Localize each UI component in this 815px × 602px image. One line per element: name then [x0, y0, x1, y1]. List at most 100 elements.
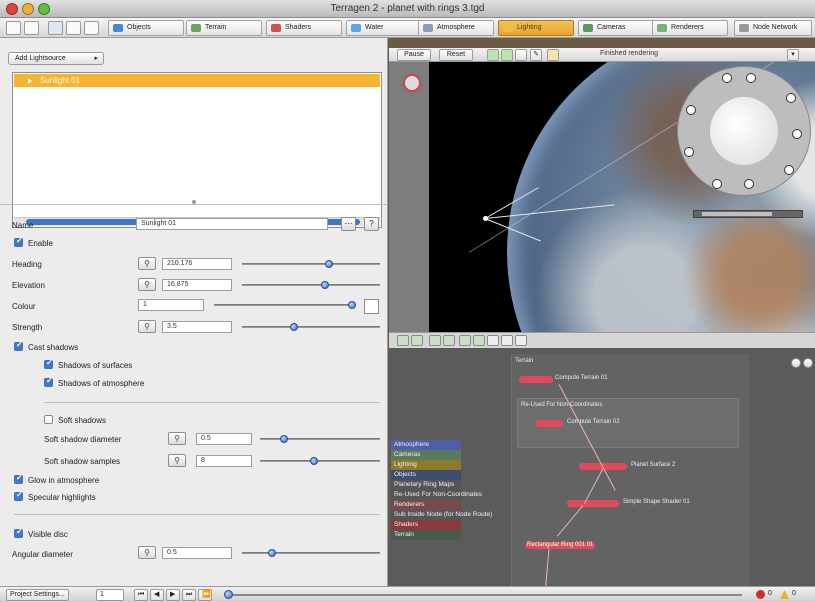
elevation-slider-knob[interactable]	[320, 281, 329, 289]
strength-slider[interactable]	[242, 323, 380, 331]
heading-slider[interactable]	[242, 260, 380, 268]
tab-shaders[interactable]: Shaders	[266, 20, 342, 36]
toggle-icon[interactable]	[501, 335, 513, 346]
angular-slider-knob[interactable]	[268, 549, 277, 557]
heading-slider-knob[interactable]	[324, 260, 333, 268]
node-compute-terrain-2[interactable]	[535, 420, 563, 427]
tab-water[interactable]: Water	[346, 20, 422, 36]
soft-diameter-field[interactable]: 0.5	[196, 433, 252, 445]
view-layout-icon[interactable]	[66, 21, 81, 35]
tab-renderers[interactable]: Renderers	[652, 20, 728, 36]
toggle-icon[interactable]	[411, 335, 423, 346]
new-file-icon[interactable]	[6, 21, 21, 35]
pause-button[interactable]: Pause	[397, 49, 431, 61]
nav-dot-icon[interactable]	[684, 147, 694, 157]
node-nav-item[interactable]: Lighting	[391, 460, 461, 470]
node-nav-item[interactable]: Re-Used For Non-Coordinates	[391, 490, 482, 500]
node-nav-item[interactable]: Sub Inside Node (for Node Route)	[391, 510, 492, 520]
angular-slider[interactable]	[242, 549, 380, 557]
view-layout-alt-icon[interactable]	[84, 21, 99, 35]
glow-atmosphere-checkbox[interactable]	[14, 473, 23, 484]
node-nav-item[interactable]: Planetary Ring Maps	[391, 480, 461, 490]
nav-dot-icon[interactable]	[746, 73, 756, 83]
tab-node-network[interactable]: Node Network	[734, 20, 812, 36]
frame-field[interactable]: 1	[96, 589, 124, 601]
soft-diameter-slider-knob[interactable]	[280, 435, 288, 443]
cast-shadows-checkbox[interactable]	[14, 340, 23, 351]
previous-frame-icon[interactable]: ◀	[150, 589, 164, 601]
zoom-reset-icon[interactable]	[803, 358, 813, 368]
toggle-icon[interactable]	[443, 335, 455, 346]
viewport-menu-icon[interactable]: ▾	[787, 49, 799, 61]
shadows-atmosphere-checkbox[interactable]	[44, 376, 53, 387]
soft-diameter-slider[interactable]	[260, 435, 380, 443]
animate-heading-icon[interactable]: ⚲	[138, 257, 156, 270]
list-item-sunlight[interactable]: Sunlight 01	[14, 74, 380, 87]
node-nav-item[interactable]: Terrain	[391, 530, 461, 540]
visible-disc-checkbox[interactable]	[14, 527, 23, 538]
last-frame-icon[interactable]: ⏩	[198, 589, 212, 601]
nav-dot-icon[interactable]	[712, 179, 722, 189]
enable-checkbox[interactable]	[14, 236, 23, 247]
soft-samples-slider-knob[interactable]	[310, 457, 318, 465]
project-settings-button[interactable]: Project Settings...	[6, 589, 69, 601]
angular-field[interactable]: 0.5	[162, 547, 232, 559]
elevation-field[interactable]: 16.875	[162, 279, 232, 291]
soft-samples-field[interactable]: 8	[196, 455, 252, 467]
pencil-icon[interactable]: ✎	[530, 49, 542, 61]
nav-dot-icon[interactable]	[786, 93, 796, 103]
render-mode-icon[interactable]	[487, 49, 499, 61]
node-compute-terrain[interactable]	[519, 376, 553, 383]
navigation-speed-bar[interactable]	[693, 210, 803, 218]
next-frame-icon[interactable]: ⏭	[182, 589, 196, 601]
tab-cameras[interactable]: Cameras	[578, 20, 654, 36]
navigation-widget[interactable]	[677, 66, 811, 196]
add-lightsource-button[interactable]: Add Lightsource ▸	[8, 52, 104, 65]
soft-samples-slider[interactable]	[260, 457, 380, 465]
colour-swatch[interactable]	[364, 299, 379, 314]
tab-terrain[interactable]: Terrain	[186, 20, 262, 36]
elevation-slider[interactable]	[242, 281, 380, 289]
node-nav-item[interactable]: Renderers	[391, 500, 461, 510]
soft-shadows-checkbox[interactable]	[44, 415, 53, 424]
toggle-icon[interactable]	[487, 335, 499, 346]
specular-checkbox[interactable]	[14, 490, 23, 501]
animate-strength-icon[interactable]: ⚲	[138, 320, 156, 333]
heading-field[interactable]: 210.176	[162, 258, 232, 270]
node-nav-item[interactable]: Cameras	[391, 450, 461, 460]
nav-dot-icon[interactable]	[744, 179, 754, 189]
timeline-slider[interactable]	[224, 590, 742, 599]
animate-angular-icon[interactable]: ⚲	[138, 546, 156, 559]
open-file-icon[interactable]	[24, 21, 39, 35]
timeline-knob[interactable]	[224, 590, 233, 599]
node-nav-item[interactable]: Objects	[391, 470, 461, 480]
strength-field[interactable]: 3.5	[162, 321, 232, 333]
navigation-orbit-ball[interactable]	[710, 97, 778, 165]
light-position-marker[interactable]	[483, 216, 488, 221]
colour-slider[interactable]	[214, 301, 356, 309]
error-icon[interactable]	[756, 590, 765, 599]
render-quality-icon[interactable]	[501, 49, 513, 61]
toggle-icon[interactable]	[473, 335, 485, 346]
colour-slider-knob[interactable]	[347, 301, 356, 309]
warning-icon[interactable]	[780, 590, 789, 599]
animate-soft-samples-icon[interactable]: ⚲	[168, 454, 186, 467]
name-field[interactable]: Sunlight 01	[136, 218, 328, 230]
tab-atmosphere[interactable]: Atmosphere	[418, 20, 494, 36]
view-split-icon[interactable]	[48, 21, 63, 35]
strength-slider-knob[interactable]	[290, 323, 299, 331]
colour-field[interactable]: 1	[138, 299, 204, 311]
shadows-surfaces-checkbox[interactable]	[44, 358, 53, 369]
node-simple-shape-shader[interactable]	[567, 500, 619, 507]
toggle-icon[interactable]	[459, 335, 471, 346]
animate-soft-diameter-icon[interactable]: ⚲	[168, 432, 186, 445]
compass-icon[interactable]	[403, 74, 421, 92]
tab-objects[interactable]: Objects	[108, 20, 184, 36]
reset-button[interactable]: Reset	[439, 49, 473, 61]
toggle-icon[interactable]	[397, 335, 409, 346]
nav-dot-icon[interactable]	[792, 129, 802, 139]
nav-dot-icon[interactable]	[722, 73, 732, 83]
node-network-view[interactable]: Terrain Compute Terrain 01 Re-Used For N…	[389, 348, 815, 586]
play-icon[interactable]: ▶	[166, 589, 180, 601]
tab-lighting[interactable]: Lighting	[498, 20, 574, 36]
